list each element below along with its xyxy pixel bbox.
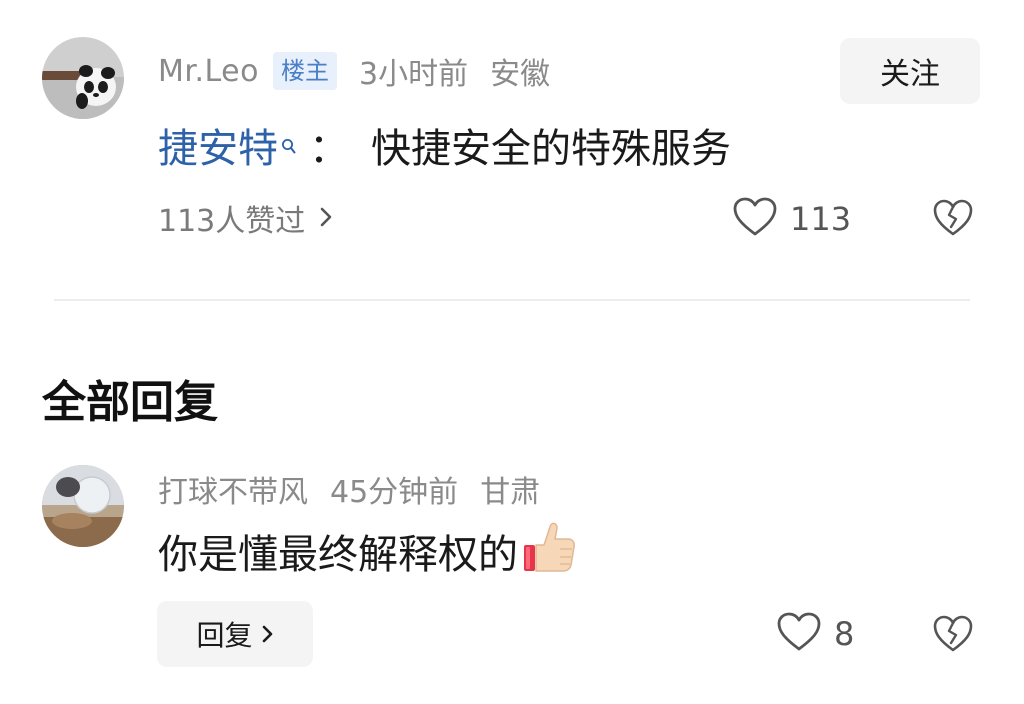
heart-icon	[732, 196, 778, 242]
chevron-right-icon	[261, 618, 274, 651]
heart-icon	[776, 611, 822, 657]
keyword-text: 捷安特	[158, 126, 278, 172]
author-avatar[interactable]	[42, 37, 124, 119]
post-text: 快捷安全的特殊服务	[371, 126, 731, 172]
post-location: 安徽	[490, 57, 551, 92]
op-badge: 楼主	[273, 52, 337, 90]
search-icon	[281, 120, 297, 166]
reply-button-label: 回复	[196, 619, 253, 652]
keyword-link[interactable]: 捷安特	[158, 116, 297, 174]
reply-text: 你是懂最终解释权的	[158, 532, 518, 578]
reply-like-count: 8	[834, 615, 855, 653]
reply-button[interactable]: 回复	[157, 601, 313, 667]
broken-heart-icon	[932, 615, 974, 658]
reply-author-name[interactable]: 打球不带风	[158, 467, 308, 511]
reply-dislike-button[interactable]	[932, 614, 974, 658]
post-colon: ：	[309, 126, 349, 172]
likers-link[interactable]: 113人赞过	[158, 196, 333, 240]
post-time: 3小时前	[359, 57, 469, 92]
reply-like-button[interactable]: 8	[776, 611, 854, 657]
likers-text: 113人赞过	[158, 204, 306, 239]
reply-author-avatar[interactable]	[42, 465, 124, 547]
like-count: 113	[790, 200, 852, 238]
divider	[54, 299, 970, 301]
post-content: 捷安特 ： 快捷安全的特殊服务	[158, 114, 731, 176]
reply-time: 45分钟前	[330, 475, 459, 510]
reply-location: 甘肃	[480, 475, 541, 510]
broken-heart-icon	[932, 199, 974, 242]
dislike-button[interactable]	[932, 198, 974, 242]
photo-avatar-image	[42, 465, 124, 547]
reply-content: 你是懂最终解释权的	[158, 520, 578, 582]
chevron-right-icon	[319, 201, 333, 236]
replies-heading: 全部回复	[42, 377, 218, 428]
like-button[interactable]: 113	[732, 196, 851, 242]
follow-button[interactable]: 关注	[840, 38, 980, 104]
reply-meta: 打球不带风 45分钟前 甘肃	[158, 466, 540, 512]
post-meta: Mr.Leo 楼主 3小时前 安徽	[158, 48, 550, 94]
author-name[interactable]: Mr.Leo	[158, 54, 259, 89]
thumbs-up-icon	[522, 517, 578, 585]
panda-avatar-image	[42, 37, 124, 119]
